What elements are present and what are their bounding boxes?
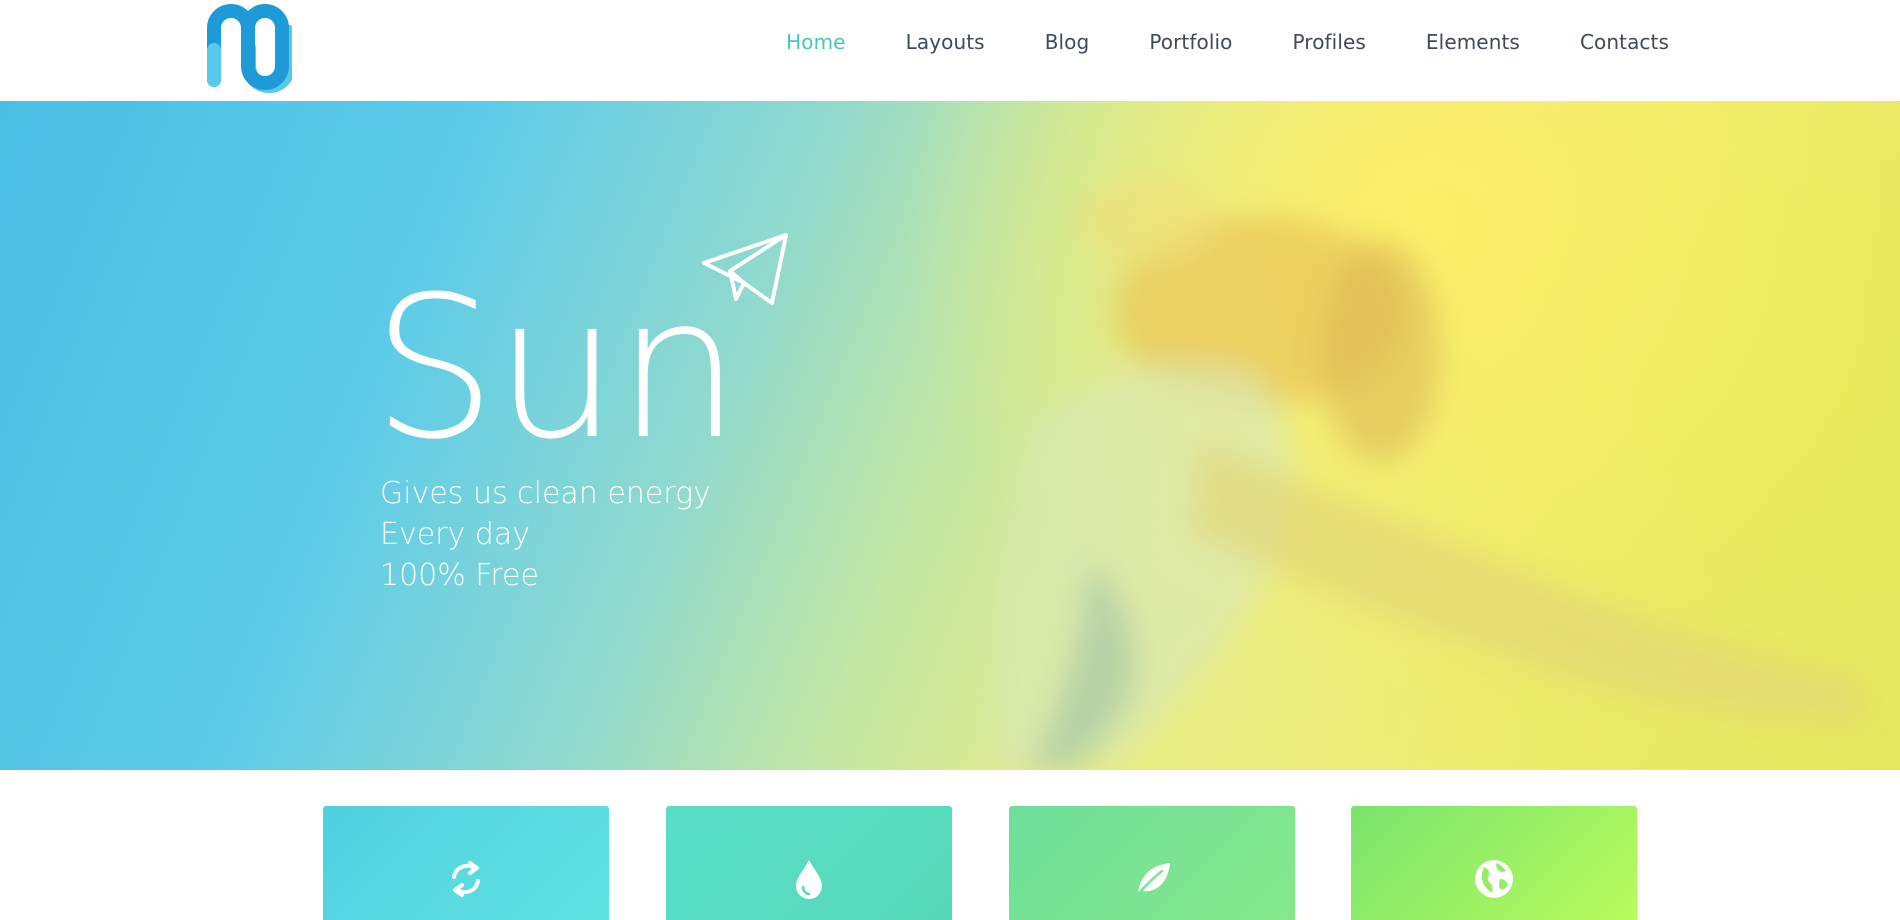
main-nav: Home Layouts Blog Portfolio Profiles Ele… xyxy=(786,0,1669,84)
site-logo-icon[interactable] xyxy=(205,2,296,96)
refresh-icon xyxy=(452,861,480,897)
nav-layouts[interactable]: Layouts xyxy=(906,30,985,54)
feature-tile-globe[interactable] xyxy=(1351,806,1637,920)
nav-portfolio[interactable]: Portfolio xyxy=(1149,30,1232,54)
hero-line-2: Every day xyxy=(380,517,530,552)
nav-contacts[interactable]: Contacts xyxy=(1580,30,1669,54)
globe-icon xyxy=(1475,860,1513,898)
nav-profiles[interactable]: Profiles xyxy=(1293,30,1366,54)
nav-home[interactable]: Home xyxy=(786,30,845,54)
hero-banner: Sun Gives us clean energy Every day 100%… xyxy=(0,101,1900,770)
feature-tile-recycle[interactable] xyxy=(323,806,609,920)
nav-elements[interactable]: Elements xyxy=(1426,30,1520,54)
hero-background-image xyxy=(994,176,1860,770)
hero-line-3: 100% Free xyxy=(380,558,539,593)
nav-blog[interactable]: Blog xyxy=(1045,30,1090,54)
water-drop-icon xyxy=(796,860,822,899)
leaf-icon xyxy=(1134,863,1170,899)
feature-tile-leaf[interactable] xyxy=(1009,806,1295,920)
features-row xyxy=(0,770,1900,920)
hero-line-1: Gives us clean energy xyxy=(380,476,711,511)
feature-tile-water[interactable] xyxy=(666,806,952,920)
hero-tagline: Gives us clean energy Every day 100% Fre… xyxy=(380,473,711,596)
site-header: Home Layouts Blog Portfolio Profiles Ele… xyxy=(0,0,1900,101)
hero-title: Sun xyxy=(372,255,741,483)
